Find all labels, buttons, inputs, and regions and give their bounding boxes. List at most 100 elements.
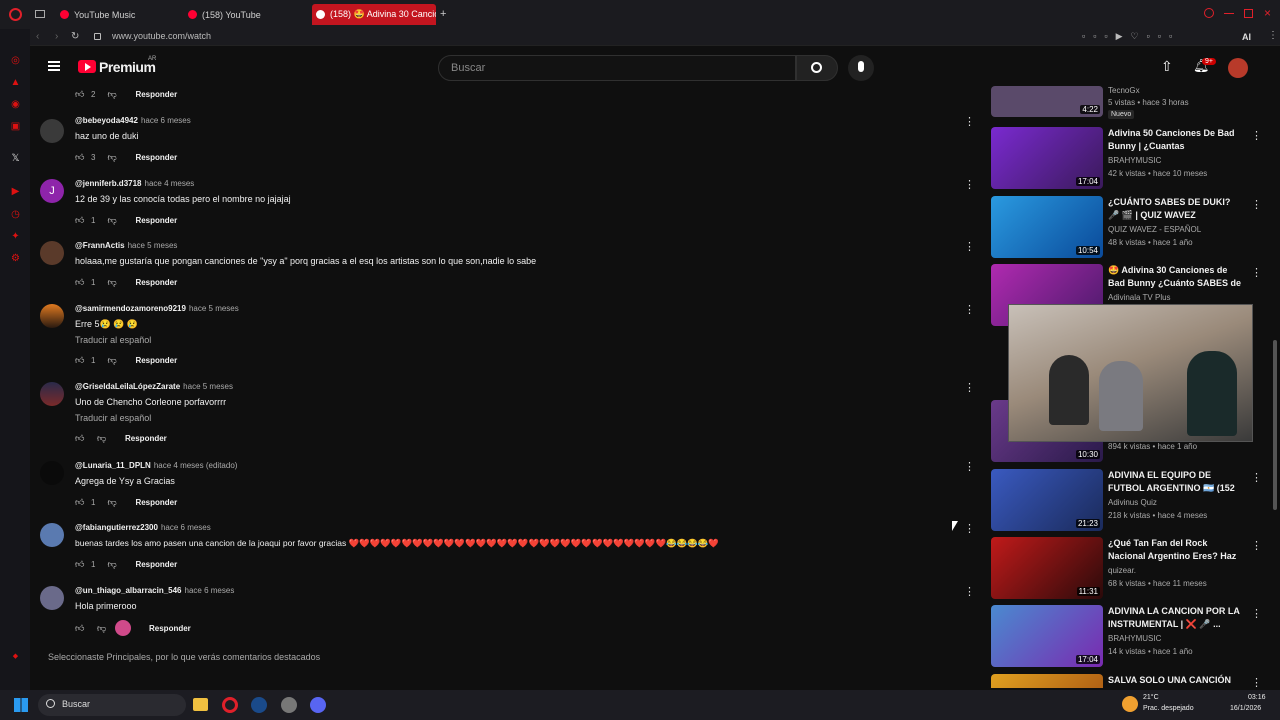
thumbs-down-icon[interactable]: 👎︎ — [97, 623, 107, 633]
avatar[interactable] — [40, 304, 64, 328]
close-window-button[interactable]: × — [1264, 6, 1271, 20]
avatar[interactable] — [40, 382, 64, 406]
x-icon[interactable]: 𝕏 — [10, 153, 21, 164]
video-menu-icon[interactable]: ⋮ — [1251, 607, 1262, 620]
thumbs-down-icon[interactable]: 👎︎ — [107, 277, 117, 287]
video-thumbnail[interactable]: 17:04 — [991, 127, 1103, 189]
translate-link[interactable]: Traducir al español — [75, 413, 151, 423]
video-menu-icon[interactable]: ⋮ — [1251, 539, 1262, 552]
reply-button[interactable]: Responder — [135, 90, 177, 99]
bag-icon[interactable]: ▲ — [10, 77, 21, 88]
comment-time[interactable]: hace 6 meses — [161, 523, 211, 532]
video-title[interactable]: ¿CUÁNTO SABES DE DUKI? 🎤 🎬 | QUIZ WAVEZ — [1108, 196, 1244, 222]
reply-button[interactable]: Responder — [135, 278, 177, 287]
comment-time[interactable]: hace 5 meses — [183, 382, 233, 391]
comment-menu-icon[interactable]: ⋮ — [964, 523, 975, 535]
hamburger-menu-icon[interactable] — [48, 61, 60, 71]
video-channel[interactable]: Adivinala TV Plus — [1108, 293, 1171, 302]
comment-time[interactable]: hace 4 meses — [145, 179, 195, 188]
video-title[interactable]: ¿Qué Tan Fan del Rock Nacional Argentino… — [1108, 537, 1244, 563]
comment-menu-icon[interactable]: ⋮ — [964, 179, 975, 191]
back-icon[interactable]: ‹ — [36, 31, 39, 42]
reply-button[interactable]: Responder — [135, 498, 177, 507]
video-card[interactable]: 17:04 ADIVINA LA CANCION POR LA INSTRUME… — [991, 605, 1262, 667]
video-menu-icon[interactable]: ⋮ — [1251, 471, 1262, 484]
thumbs-down-icon[interactable]: 👎︎ — [107, 89, 117, 99]
video-thumbnail[interactable] — [991, 674, 1103, 688]
discord-icon[interactable] — [310, 697, 326, 713]
history-icon[interactable]: ◷ — [10, 209, 21, 220]
video-card[interactable]: SALVA SOLO UNA CANCIÓN ⋮ — [991, 674, 1261, 688]
thumbs-up-icon[interactable]: 👍︎ — [75, 89, 85, 99]
comment-author[interactable]: @jenniferb.d3718 — [75, 179, 142, 188]
video-card[interactable]: 21:23 ADIVINA EL EQUIPO DE FUTBOL ARGENT… — [991, 469, 1262, 531]
extensions-sidebar-icon[interactable]: ✦ — [10, 231, 21, 242]
video-menu-icon[interactable]: ⋮ — [1251, 266, 1262, 279]
forward-icon[interactable]: › — [55, 31, 58, 42]
comment-menu-icon[interactable]: ⋮ — [964, 461, 975, 473]
video-title[interactable]: ADIVINA EL EQUIPO DE FUTBOL ARGENTINO 🇦🇷… — [1108, 469, 1244, 495]
avatar[interactable] — [40, 241, 64, 265]
video-menu-icon[interactable]: ⋮ — [1251, 129, 1262, 142]
thumbs-up-icon[interactable]: 👍︎ — [75, 152, 85, 162]
search-button[interactable] — [796, 55, 838, 81]
thumbs-up-icon[interactable]: 👍︎ — [75, 623, 85, 633]
clock-date[interactable]: 16/1/2026 — [1230, 705, 1261, 712]
thumbs-up-icon[interactable]: 👍︎ — [75, 215, 85, 225]
comment-menu-icon[interactable]: ⋮ — [964, 382, 975, 394]
reply-button[interactable]: Responder — [135, 153, 177, 162]
player-icon[interactable]: ▶ — [10, 186, 21, 197]
opera-logo-icon[interactable] — [9, 8, 22, 21]
comment-menu-icon[interactable]: ⋮ — [964, 586, 975, 598]
video-thumbnail[interactable]: 17:04 — [991, 605, 1103, 667]
video-channel[interactable]: BRAHYMUSIC — [1108, 156, 1161, 165]
thumbs-down-icon[interactable]: 👎︎ — [107, 215, 117, 225]
thumbs-down-icon[interactable]: 👎︎ — [107, 152, 117, 162]
messenger-icon[interactable]: ◉ — [10, 99, 21, 110]
reply-button[interactable]: Responder — [135, 216, 177, 225]
clock-time[interactable]: 03:16 — [1248, 694, 1266, 701]
minimize-button[interactable] — [1224, 13, 1234, 14]
instagram-icon[interactable]: ▣ — [10, 121, 21, 132]
comment-author[interactable]: @bebeyoda4942 — [75, 116, 138, 125]
thumbs-up-icon[interactable]: 👍︎ — [75, 559, 85, 569]
video-channel[interactable]: TecnoGx — [1108, 86, 1140, 95]
search-input[interactable]: Buscar — [438, 55, 796, 81]
youtube-logo-icon[interactable] — [78, 60, 96, 73]
menu-icon[interactable]: ⋮ — [1268, 30, 1278, 41]
opera-taskbar-icon[interactable] — [222, 697, 238, 713]
avatar[interactable] — [40, 119, 64, 143]
scrollbar-thumb[interactable] — [1273, 340, 1277, 510]
comment-menu-icon[interactable]: ⋮ — [964, 241, 975, 253]
video-title[interactable]: SALVA SOLO UNA CANCIÓN — [1108, 674, 1244, 687]
windows-start-icon[interactable] — [14, 698, 28, 712]
premium-logo-text[interactable]: Premium — [99, 59, 156, 75]
video-card[interactable]: 10:54 ¿CUÁNTO SABES DE DUKI? 🎤 🎬 | QUIZ … — [991, 196, 1262, 258]
reply-button[interactable]: Responder — [125, 434, 167, 443]
avatar[interactable] — [40, 586, 64, 610]
comment-author[interactable]: @samirmendozamoreno9219 — [75, 304, 186, 313]
maximize-button[interactable] — [1244, 9, 1253, 18]
video-channel[interactable]: quizear. — [1108, 566, 1136, 575]
video-thumbnail[interactable]: 21:23 — [991, 469, 1103, 531]
comment-author[interactable]: @un_thiago_albarracin_546 — [75, 586, 182, 595]
weather-icon[interactable] — [1122, 696, 1138, 712]
video-channel[interactable]: BRAHYMUSIC — [1108, 634, 1161, 643]
comment-time[interactable]: hace 6 meses — [141, 116, 191, 125]
video-menu-icon[interactable]: ⋮ — [1251, 198, 1262, 211]
video-card[interactable]: 17:04 Adivina 50 Canciones De Bad Bunny … — [991, 127, 1262, 189]
comment-menu-icon[interactable]: ⋮ — [964, 116, 975, 128]
voice-search-button[interactable] — [848, 55, 874, 81]
tab-current-video[interactable]: (158) 🤩 Adivina 30 Cancion — [312, 4, 436, 25]
comment-author[interactable]: @Lunaria_11_DPLN — [75, 461, 151, 470]
steam-icon[interactable] — [251, 697, 267, 713]
ai-button[interactable]: AI — [1242, 32, 1251, 42]
reload-icon[interactable]: ↻ — [71, 31, 79, 42]
workspaces-icon[interactable] — [35, 10, 45, 18]
thumbs-up-icon[interactable]: 👍︎ — [75, 497, 85, 507]
thumbs-up-icon[interactable]: 👍︎ — [75, 277, 85, 287]
thumbs-up-icon[interactable]: 👍︎ — [75, 433, 85, 443]
video-menu-icon[interactable]: ⋮ — [1251, 676, 1261, 688]
comment-time[interactable]: hace 5 meses — [128, 241, 178, 250]
video-thumbnail[interactable]: 11:31 — [991, 537, 1103, 599]
